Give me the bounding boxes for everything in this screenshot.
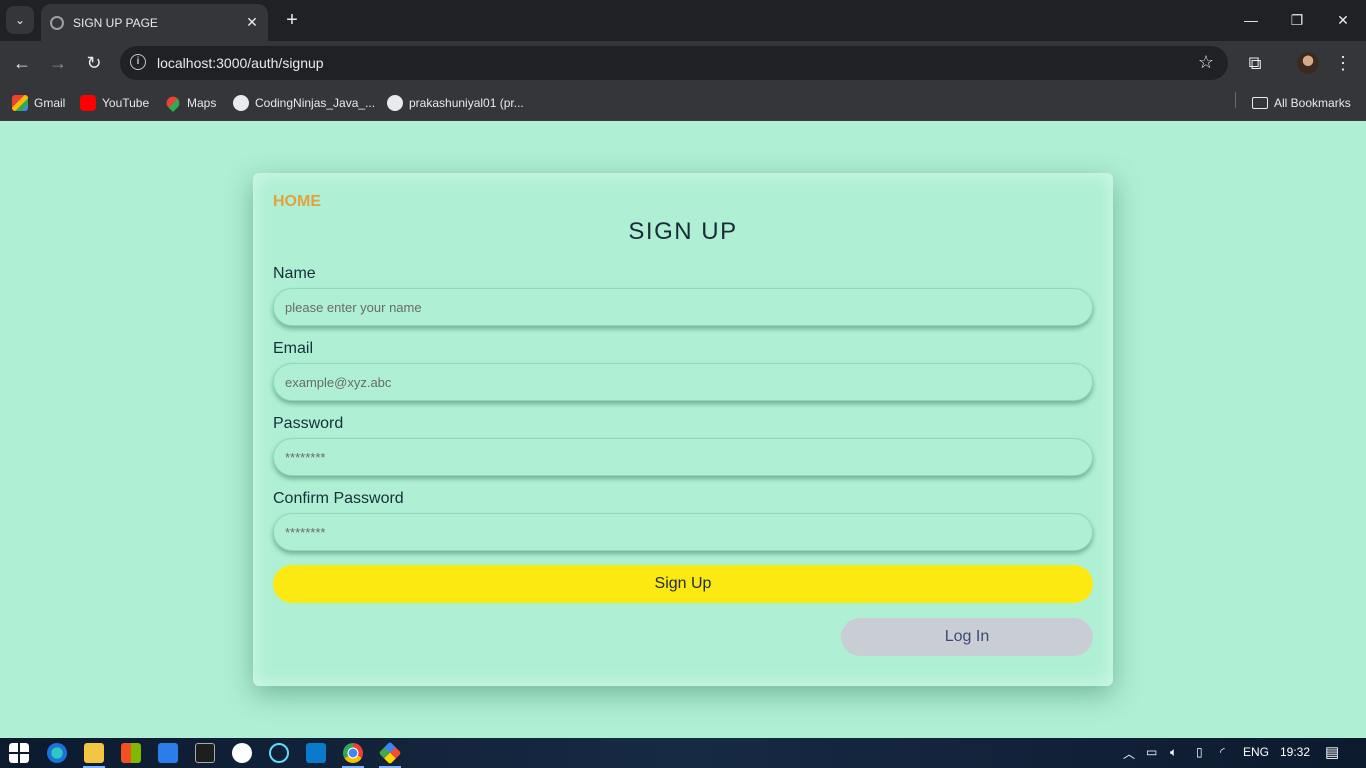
- reload-button[interactable]: ↻: [80, 49, 108, 77]
- terminal-icon[interactable]: [195, 743, 215, 763]
- store-icon[interactable]: [121, 743, 141, 763]
- active-tab[interactable]: SIGN UP PAGE ✕: [41, 4, 268, 41]
- bookmark-codingninjas[interactable]: CodingNinjas_Java_...: [233, 93, 375, 113]
- bookmark-label: Maps: [187, 96, 217, 110]
- all-bookmarks-label: All Bookmarks: [1274, 96, 1351, 110]
- bookmark-prakashuniyal[interactable]: prakashuniyal01 (pr...: [387, 93, 524, 113]
- globe-icon: [50, 15, 64, 30]
- extensions-icon[interactable]: ⧉: [1242, 50, 1268, 76]
- youtube-icon: [80, 95, 96, 111]
- bookmark-label: CodingNinjas_Java_...: [255, 96, 376, 110]
- github-icon: [233, 95, 249, 111]
- bookmark-star-icon[interactable]: ☆: [1198, 52, 1214, 73]
- bookmark-label: YouTube: [102, 96, 150, 110]
- edge-icon[interactable]: [47, 743, 67, 763]
- forward-button[interactable]: →: [44, 49, 72, 77]
- back-button[interactable]: ←: [8, 49, 36, 77]
- bookmark-gmail[interactable]: Gmail: [12, 93, 65, 113]
- battery-icon[interactable]: ▭: [1146, 745, 1157, 759]
- clock[interactable]: 19:32: [1280, 745, 1310, 759]
- bookmarks-bar: Gmail YouTube Maps CodingNinjas_Java_...…: [0, 85, 1366, 121]
- bookmark-youtube[interactable]: YouTube: [80, 93, 149, 113]
- mongodb-icon[interactable]: [232, 743, 252, 763]
- tab-strip: ⌄ SIGN UP PAGE ✕ + — ❐ ✕: [0, 0, 1366, 41]
- tab-title: SIGN UP PAGE: [73, 15, 158, 30]
- login-button[interactable]: Log In: [841, 618, 1093, 656]
- password-input[interactable]: [273, 438, 1093, 476]
- minimize-button[interactable]: —: [1237, 8, 1265, 32]
- bookmark-maps[interactable]: Maps: [163, 93, 217, 113]
- taskbar: ︿ ▭ 🔈︎ ▯ ◜ ENG 19:32 ▤: [0, 738, 1366, 768]
- email-input[interactable]: [273, 363, 1093, 401]
- volume-icon[interactable]: 🔈︎: [1170, 745, 1177, 760]
- email-label: Email: [273, 340, 314, 357]
- git-icon[interactable]: [378, 741, 402, 765]
- address-bar[interactable]: i localhost:3000/auth/signup ☆: [120, 46, 1228, 80]
- browser-toolbar: ← → ↻ i localhost:3000/auth/signup ☆ ⧉ ⋮: [0, 41, 1366, 85]
- menu-kebab-icon[interactable]: ⋮: [1330, 50, 1356, 76]
- url-text[interactable]: localhost:3000/auth/signup: [157, 55, 324, 71]
- bookmark-label: Gmail: [34, 96, 66, 110]
- notification-icon[interactable]: ▤: [1325, 743, 1339, 761]
- signup-button[interactable]: Sign Up: [273, 565, 1093, 603]
- profile-avatar[interactable]: [1297, 52, 1319, 74]
- language-indicator[interactable]: ENG: [1243, 745, 1269, 759]
- atom-icon[interactable]: [269, 743, 289, 763]
- name-input[interactable]: [273, 288, 1093, 326]
- new-tab-button[interactable]: +: [280, 8, 304, 32]
- folder-icon: [1252, 97, 1268, 109]
- restore-button[interactable]: ❐: [1283, 8, 1311, 32]
- bookmark-label: prakashuniyal01 (pr...: [409, 96, 524, 110]
- all-bookmarks-button[interactable]: All Bookmarks: [1252, 93, 1351, 113]
- confirm-password-label: Confirm Password: [273, 490, 404, 507]
- maps-icon: [163, 93, 183, 113]
- gmail-icon: [12, 95, 28, 111]
- phone-link-icon[interactable]: ▯: [1196, 745, 1203, 759]
- tab-search-button[interactable]: ⌄: [6, 6, 34, 34]
- windows-start-icon[interactable]: [9, 743, 29, 763]
- vscode-icon[interactable]: [306, 743, 326, 763]
- close-window-button[interactable]: ✕: [1329, 8, 1357, 32]
- name-label: Name: [273, 265, 316, 282]
- signup-card: HOME SIGN UP Name Email Password Confirm…: [253, 173, 1113, 686]
- page-title: SIGN UP: [628, 218, 738, 245]
- home-link[interactable]: HOME: [273, 193, 321, 211]
- bookmarks-divider: [1235, 92, 1236, 108]
- close-tab-icon[interactable]: ✕: [242, 14, 262, 31]
- github-icon: [387, 95, 403, 111]
- file-explorer-icon[interactable]: [84, 743, 104, 763]
- chevron-up-icon[interactable]: ︿: [1123, 745, 1135, 762]
- chrome-icon[interactable]: [343, 743, 363, 763]
- site-info-icon[interactable]: i: [130, 54, 146, 70]
- password-label: Password: [273, 415, 344, 432]
- confirm-password-input[interactable]: [273, 513, 1093, 551]
- mail-icon[interactable]: [158, 743, 178, 763]
- wifi-icon[interactable]: ◜: [1220, 745, 1225, 759]
